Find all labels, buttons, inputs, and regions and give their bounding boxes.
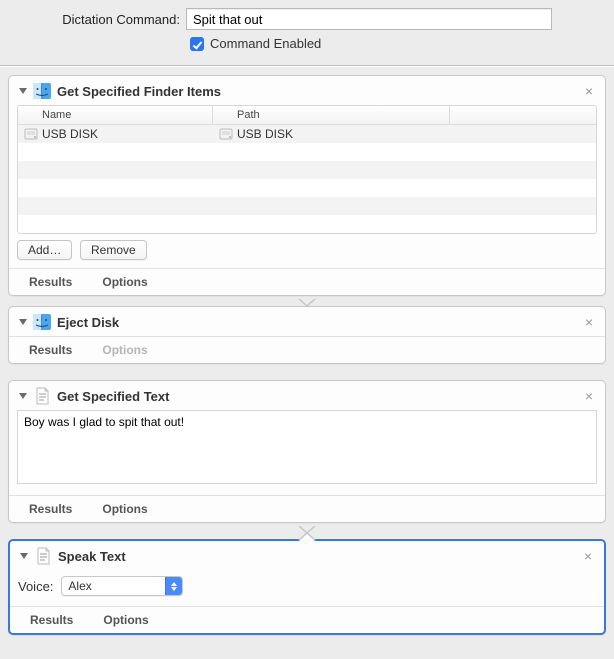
close-icon[interactable]: × (579, 314, 599, 330)
options-button: Options (102, 343, 147, 357)
column-header-spacer (450, 106, 596, 124)
table-row[interactable] (18, 161, 596, 179)
disclosure-triangle-icon[interactable] (19, 88, 27, 94)
action-title: Get Specified Text (57, 389, 579, 404)
connector-icon (8, 533, 606, 539)
action-get-specified-text: Get Specified Text × Results Options (8, 380, 606, 523)
finder-icon (33, 82, 51, 100)
close-icon[interactable]: × (579, 83, 599, 99)
command-enabled-checkbox[interactable] (190, 37, 204, 51)
disclosure-triangle-icon[interactable] (19, 393, 27, 399)
dictation-command-input[interactable] (186, 8, 552, 30)
options-button[interactable]: Options (102, 502, 147, 516)
add-button[interactable]: Add… (17, 240, 72, 260)
action-title: Get Specified Finder Items (57, 84, 579, 99)
table-row[interactable] (18, 197, 596, 215)
action-title: Eject Disk (57, 315, 579, 330)
drive-icon (219, 127, 233, 141)
cell-name: USB DISK (42, 127, 98, 141)
options-button[interactable]: Options (102, 275, 147, 289)
specified-text-input[interactable] (17, 410, 597, 484)
options-button[interactable]: Options (103, 613, 148, 627)
finder-items-table: Name Path USB DISK USB DISK (17, 105, 597, 234)
results-button[interactable]: Results (29, 502, 72, 516)
text-document-icon (34, 547, 52, 565)
table-row[interactable] (18, 179, 596, 197)
table-row[interactable]: USB DISK USB DISK (18, 125, 596, 143)
command-enabled-label: Command Enabled (210, 36, 321, 51)
voice-select-value: Alex (62, 579, 165, 593)
results-button[interactable]: Results (30, 613, 73, 627)
cell-path: USB DISK (237, 127, 293, 141)
action-get-specified-finder-items: Get Specified Finder Items × Name Path U… (8, 75, 606, 296)
results-button[interactable]: Results (29, 343, 72, 357)
close-icon[interactable]: × (578, 548, 598, 564)
table-row[interactable] (18, 215, 596, 233)
stepper-arrows-icon (165, 577, 182, 595)
voice-select[interactable]: Alex (61, 576, 183, 596)
dictation-command-section: Dictation Command: Command Enabled (0, 0, 614, 66)
dictation-command-label: Dictation Command: (0, 12, 186, 27)
action-title: Speak Text (58, 549, 578, 564)
workflow-canvas: Get Specified Finder Items × Name Path U… (0, 66, 614, 659)
voice-label: Voice: (18, 579, 53, 594)
finder-icon (33, 313, 51, 331)
drive-icon (24, 127, 38, 141)
disclosure-triangle-icon[interactable] (20, 553, 28, 559)
action-speak-text: Speak Text × Voice: Alex Results Options (8, 539, 606, 635)
disclosure-triangle-icon[interactable] (19, 319, 27, 325)
table-row[interactable] (18, 143, 596, 161)
connector-icon (8, 300, 606, 306)
column-header-path[interactable]: Path (213, 106, 450, 124)
remove-button[interactable]: Remove (80, 240, 147, 260)
results-button[interactable]: Results (29, 275, 72, 289)
action-eject-disk: Eject Disk × Results Options (8, 306, 606, 364)
column-header-name[interactable]: Name (18, 106, 213, 124)
close-icon[interactable]: × (579, 388, 599, 404)
text-document-icon (33, 387, 51, 405)
